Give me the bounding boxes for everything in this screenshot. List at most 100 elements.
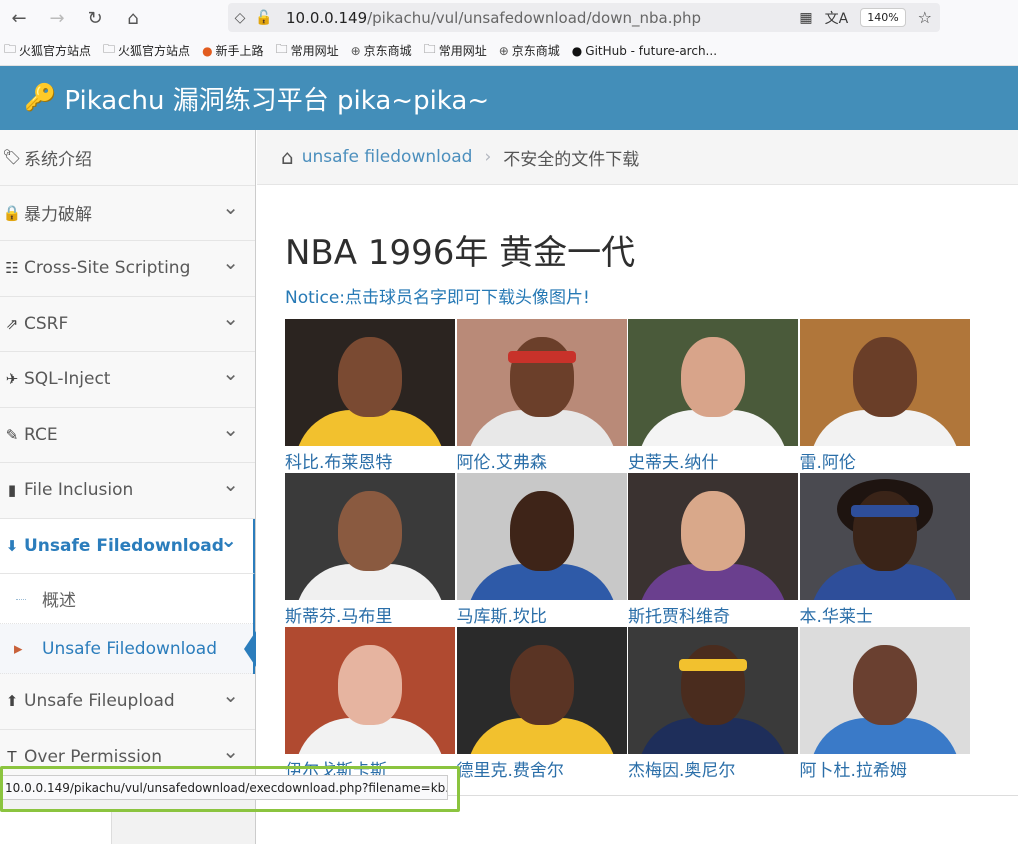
bookmark-item[interactable]: 🗀 火狐官方站点 (103, 40, 190, 61)
player-name-link[interactable]: 德里克.费舍尔 (457, 756, 564, 781)
head-shape (681, 491, 745, 571)
url-bar[interactable]: ◇ 🔓 10.0.0.149/pikachu/vul/unsafedownloa… (228, 3, 940, 32)
translate-icon[interactable]: 文A (825, 8, 849, 28)
folder-icon: 🗀 (103, 42, 116, 56)
upload-icon: ⬆ (5, 692, 19, 711)
chevron-down-icon: ⌄ (222, 683, 239, 708)
bookmark-item[interactable]: ● 新手上路 (202, 42, 264, 59)
head-shape (852, 337, 917, 417)
player-name-link[interactable]: 杰梅因.奥尼尔 (628, 756, 735, 781)
chevron-right-icon: › (484, 147, 492, 167)
player-name-link[interactable]: 史蒂夫.纳什 (628, 448, 718, 473)
player-name-link[interactable]: 马库斯.坎比 (457, 602, 547, 627)
player-card: 杰梅因.奥尼尔 (628, 627, 798, 781)
bookmark-item[interactable]: 🗀 火狐官方站点 (4, 40, 91, 61)
main-content: NBA 1996年 黄金一代 Notice:点击球员名字即可下载头像图片! 科比… (257, 185, 1018, 795)
url-text[interactable]: 10.0.0.149/pikachu/vul/unsafedownload/do… (286, 9, 701, 27)
sidebar-item-label: 暴力破解 (24, 205, 92, 226)
player-photo (456, 319, 627, 446)
sidebar-item[interactable]: ⇗ CSRF ⌄ (0, 296, 255, 352)
firefox-icon: ● (202, 43, 213, 58)
lock-icon: 🔒 (2, 203, 22, 222)
head-shape (338, 645, 402, 725)
home-icon[interactable]: ⌂ (114, 0, 152, 36)
caret-right-icon: ▶ (14, 642, 23, 655)
player-card: 马库斯.坎比 (456, 473, 627, 627)
sidebar-item-label: Unsafe Fileupload (24, 691, 175, 712)
bookmark-item[interactable]: ● GitHub - future-arch... (572, 44, 717, 58)
site-header: 🔑 Pikachu 漏洞练习平台 pika~pika~ (0, 66, 1018, 130)
player-name-link[interactable]: 阿卜杜.拉希姆 (800, 756, 907, 781)
player-name-link[interactable]: 阿伦.艾弗森 (457, 448, 547, 473)
github-icon: ● (571, 43, 583, 58)
text-icon: T (7, 747, 17, 766)
pencil-icon: ✎ (5, 425, 19, 444)
bookmark-item[interactable]: 🗀 常用网址 (276, 40, 339, 61)
sidebar-item[interactable]: ⬆ Unsafe Fileupload ⌄ (0, 674, 255, 730)
player-card: 阿卜杜.拉希姆 (799, 627, 970, 781)
player-name-link[interactable]: 斯蒂芬.马布里 (285, 602, 392, 627)
player-card: 斯蒂芬.马布里 (285, 473, 455, 627)
player-photo (799, 473, 970, 600)
bookmark-item[interactable]: ⊕ 京东商城 (499, 42, 560, 59)
sidebar-item[interactable]: ⬇ Unsafe Filedownload ⌄ (0, 518, 255, 574)
forward-icon[interactable]: → (38, 0, 76, 36)
player-card: 斯托贾科维奇 (628, 473, 798, 627)
qr-code-icon[interactable]: ▦ (799, 10, 812, 26)
list-icon: ☷ (5, 259, 19, 278)
player-name-link[interactable]: 科比.布莱恩特 (285, 448, 392, 473)
submenu-item[interactable]: ▶ Unsafe Filedownload (0, 624, 256, 674)
player-card: 本.华莱士 (799, 473, 970, 627)
chevron-down-icon: ⌄ (222, 305, 239, 330)
tree-line (16, 598, 26, 600)
player-photo (628, 473, 798, 600)
head-shape (681, 337, 745, 417)
folder-icon: 🗀 (4, 42, 17, 56)
sidebar-item[interactable]: ☷ Cross-Site Scripting ⌄ (0, 241, 255, 297)
sidebar-item-label: CSRF (24, 313, 69, 334)
globe-icon: ⊕ (498, 43, 509, 58)
submenu-item[interactable]: 概述 (0, 574, 253, 624)
player-photo (285, 319, 455, 446)
sidebar-item[interactable]: ✎ RCE ⌄ (0, 407, 255, 463)
player-name-link[interactable]: 本.华莱士 (800, 602, 873, 627)
head-shape (509, 337, 574, 417)
sidebar-item-label: 系统介绍 (24, 149, 92, 170)
file-icon: ▮ (7, 481, 17, 500)
sidebar-item[interactable]: 🏷 系统介绍 (0, 130, 255, 186)
sidebar-item[interactable]: ✈ SQL-Inject ⌄ (0, 352, 255, 408)
player-name-link[interactable]: 斯托贾科维奇 (628, 602, 730, 627)
home-icon[interactable]: ⌂ (281, 145, 294, 169)
reload-icon[interactable]: ↻ (76, 0, 114, 36)
key-icon: 🔑 (24, 83, 57, 113)
folder-icon: 🗀 (275, 42, 288, 56)
sidebar-item-label: RCE (24, 424, 58, 445)
back-icon[interactable]: ← (0, 0, 38, 36)
globe-icon: ⊕ (350, 43, 361, 58)
download-icon: ⬇ (5, 536, 19, 555)
site-title[interactable]: Pikachu 漏洞练习平台 pika~pika~ (64, 80, 489, 117)
submenu-item-label: 概述 (42, 591, 76, 611)
player-photo (285, 473, 455, 600)
bookmark-item[interactable]: ⊕ 京东商城 (351, 42, 412, 59)
bookmark-item[interactable]: 🗀 常用网址 (424, 40, 487, 61)
share-icon: ⇗ (5, 314, 19, 333)
footer-left-panel (0, 810, 112, 844)
zoom-level[interactable]: 140% (860, 8, 906, 27)
chevron-down-icon: ⌄ (222, 194, 239, 219)
sidebar-item[interactable]: ▮ File Inclusion ⌄ (0, 463, 255, 519)
breadcrumb-link[interactable]: unsafe filedownload (302, 147, 473, 167)
sidebar-item[interactable]: 🔒 暴力破解 ⌄ (0, 185, 255, 241)
insecure-lock-icon[interactable]: 🔓 (252, 3, 276, 32)
shield-icon[interactable]: ◇ (228, 3, 252, 32)
chevron-down-icon: ⌄ (222, 416, 239, 441)
player-grid: 科比.布莱恩特 阿伦.艾弗森 史蒂夫.纳什 雷.阿伦斯蒂芬.马布里 马库斯.坎比 斯托贾科… (285, 319, 973, 781)
tags-icon: 🏷 (2, 148, 22, 167)
head-shape (509, 645, 574, 725)
browser-toolbar: ← → ↻ ⌂ ◇ 🔓 10.0.0.149/pikachu/vul/unsaf… (0, 0, 1018, 36)
chevron-down-icon: ⌄ (222, 472, 239, 497)
star-icon[interactable]: ☆ (918, 8, 932, 27)
player-photo (628, 627, 798, 754)
player-name-link[interactable]: 雷.阿伦 (800, 448, 856, 473)
status-bar-url: 10.0.0.149/pikachu/vul/unsafedownload/ex… (0, 775, 448, 800)
